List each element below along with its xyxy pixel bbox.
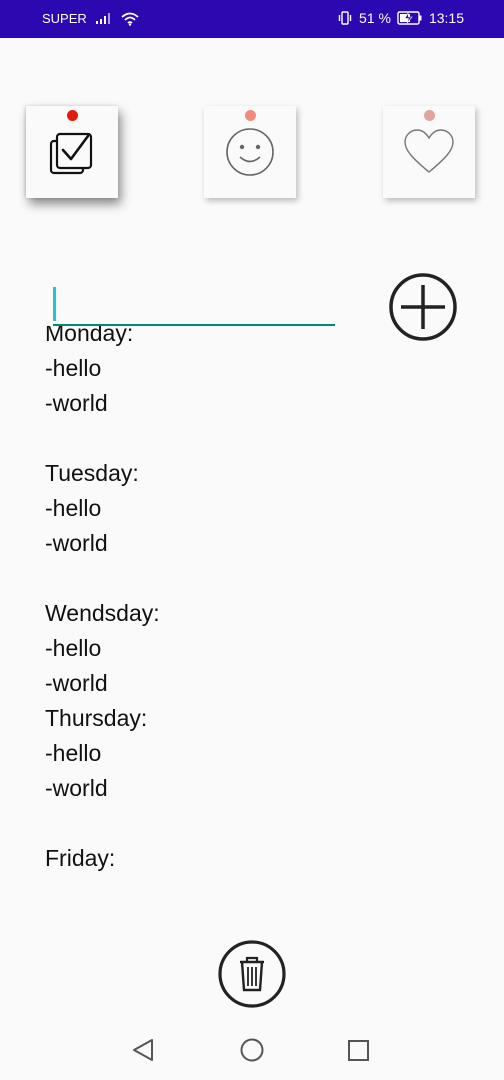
tasks-tile-button[interactable] [26,106,118,198]
note-line: Wendsday: [45,600,160,626]
note-line: Friday: [45,845,116,871]
status-left: SUPER [42,11,139,26]
wifi-icon [121,12,139,26]
battery-icon [397,11,423,25]
battery-percent: 51 % [359,10,391,26]
note-line [45,806,465,841]
favorites-tile-button[interactable] [383,106,475,198]
status-right: 51 % 13:15 [337,10,464,26]
note-line: -hello [45,635,102,661]
note-line: -world [45,390,108,416]
home-circle-icon [234,1032,270,1068]
note-line [45,421,465,456]
note-line [45,561,465,596]
delete-button[interactable] [218,940,286,1008]
recents-button[interactable] [340,1032,376,1068]
note-line: -world [45,530,108,556]
clock: 13:15 [428,10,464,26]
vibrate-icon [337,10,353,26]
note-line: -world [45,775,108,801]
notes-list-content: Monday: -hello -world Tuesday: -hello -world W… [45,326,465,876]
pin-icon [423,110,435,121]
status-bar: SUPER 51 % 13:15 [0,0,504,38]
note-line: -hello [45,740,102,766]
note-line: Monday: [45,326,134,346]
carrier-label: SUPER [42,11,87,26]
navigation-bar [0,1020,504,1080]
notes-list[interactable]: Monday: -hello -world Tuesday: -hello -world W… [45,326,465,886]
note-line: Thursday: [45,705,148,731]
recents-square-icon [340,1032,376,1068]
home-button[interactable] [234,1032,270,1068]
pin-icon [66,110,78,121]
signal-icon [95,12,113,25]
mood-tile-button[interactable] [204,106,296,198]
text-caret [53,287,56,321]
note-line: -hello [45,495,102,521]
back-button[interactable] [126,1032,162,1068]
note-input[interactable] [53,284,335,326]
pin-icon [244,110,256,121]
back-triangle-icon [126,1032,162,1068]
trash-icon [218,940,286,1012]
note-line: -world [45,670,108,696]
note-line: -hello [45,355,102,381]
note-line: Tuesday: [45,460,139,486]
